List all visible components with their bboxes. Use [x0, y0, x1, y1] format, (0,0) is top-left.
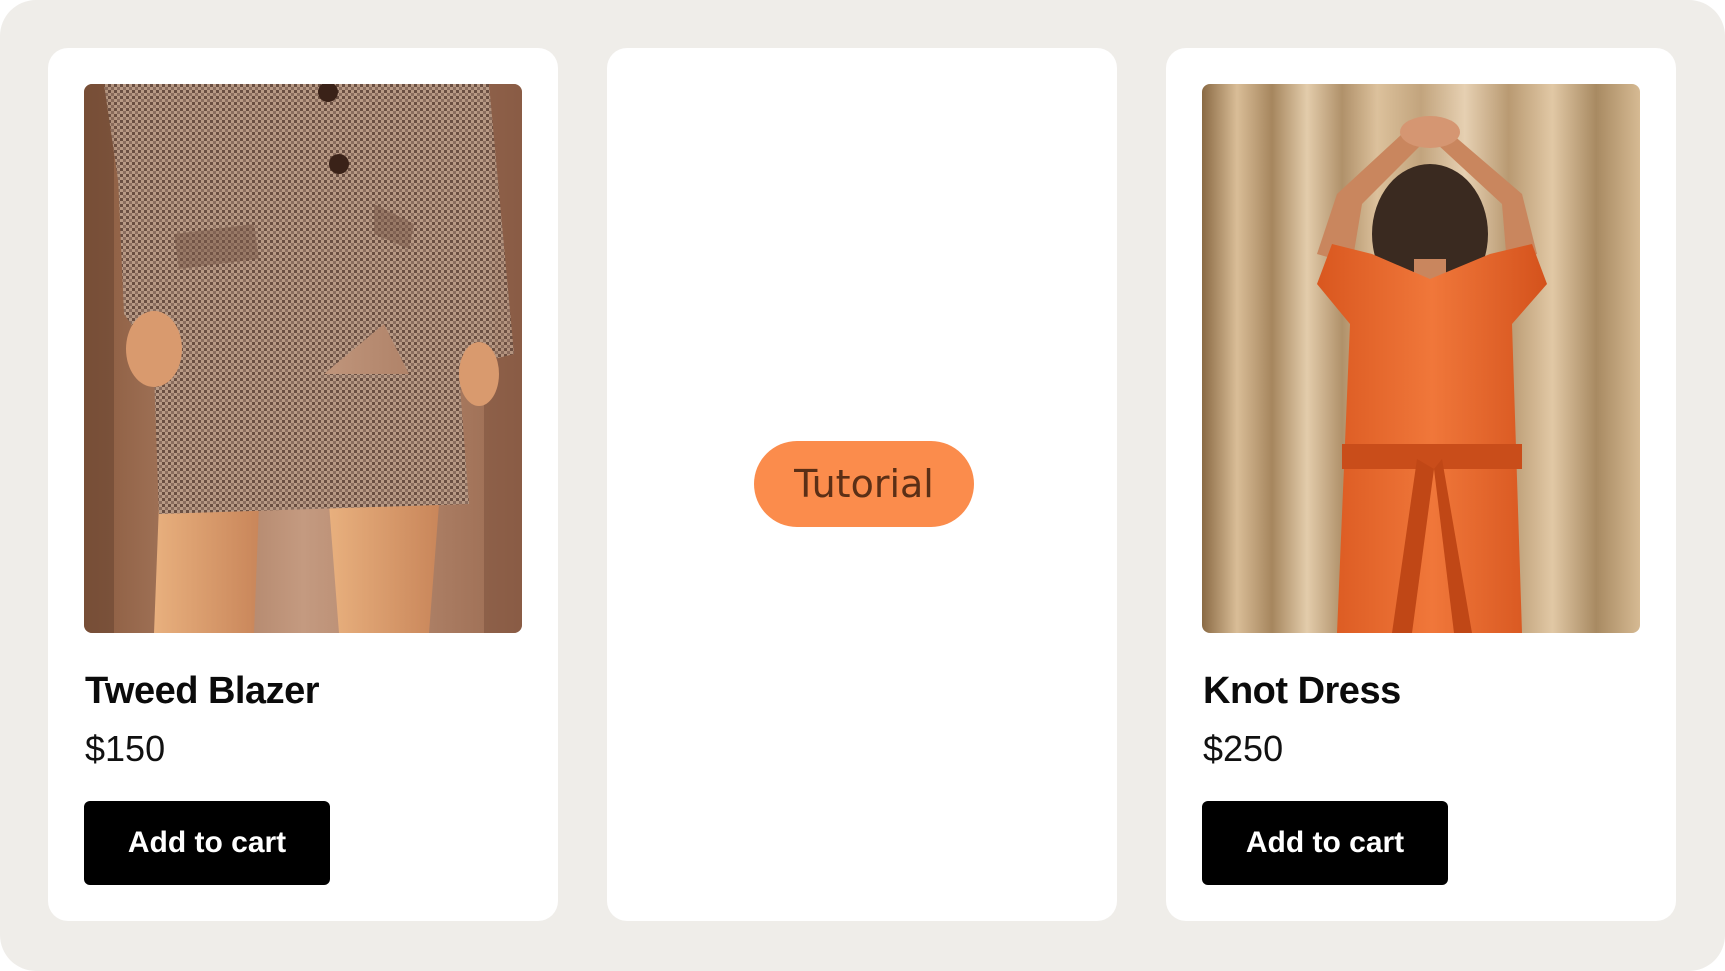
tweed-blazer-photo [84, 84, 522, 633]
product-title: Knot Dress [1203, 670, 1401, 712]
tutorial-badge[interactable]: Tutorial [754, 441, 974, 527]
knot-dress-photo [1202, 84, 1640, 633]
product-image-knot-dress[interactable] [1202, 84, 1640, 633]
product-card-tweed-blazer: Tweed Blazer $150 Add to cart [48, 48, 558, 921]
tutorial-card: Tutorial [607, 48, 1117, 921]
add-to-cart-button[interactable]: Add to cart [1202, 801, 1448, 885]
product-price: $150 [85, 728, 166, 769]
product-price: $250 [1203, 728, 1284, 769]
product-title: Tweed Blazer [85, 670, 320, 712]
product-card-knot-dress: Knot Dress $250 Add to cart [1166, 48, 1676, 921]
add-to-cart-button[interactable]: Add to cart [84, 801, 330, 885]
page-frame: Tweed Blazer $150 Add to cart Tutorial K… [0, 0, 1725, 971]
product-image-tweed-blazer[interactable] [84, 84, 522, 633]
